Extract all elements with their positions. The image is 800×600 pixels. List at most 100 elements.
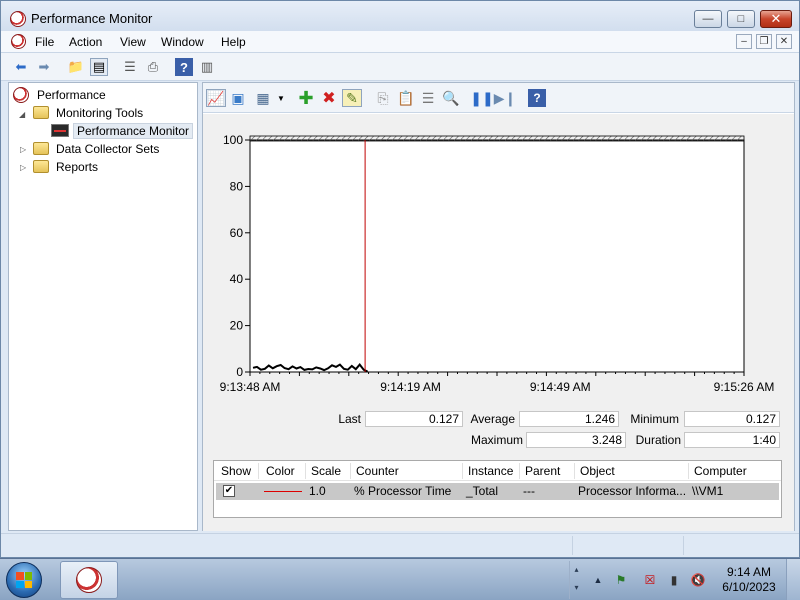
- performance-monitor-pane: 📈 ▣ ▦ ▼ ✚ ✖ ✎ ⎘ 📋 ☰ 🔍 ❚❚ ▶❙ ? 0 20 40 60…: [202, 82, 795, 531]
- view-current-activity-icon[interactable]: 📈: [206, 89, 226, 107]
- menu-view[interactable]: View: [120, 35, 146, 49]
- y-axis-ticks: 0 20 40 60 80 100: [223, 133, 250, 379]
- column-header-counter[interactable]: Counter: [356, 464, 399, 478]
- average-label: Average: [470, 412, 515, 426]
- show-hide-action-pane-icon[interactable]: ▥: [198, 58, 216, 76]
- up-folder-icon[interactable]: 📁: [67, 58, 85, 76]
- legend-row[interactable]: ✔ 1.0 % Processor Time _Total --- Proces…: [216, 483, 779, 500]
- expand-arrow-icon[interactable]: ▷: [20, 163, 26, 172]
- y-tick-label: 40: [230, 272, 244, 286]
- taskbar: ▴ ▾ ▲ ⚑ ☒ ▮ 🔇 9:14 AM 6/10/2023: [0, 558, 800, 600]
- forward-arrow-icon[interactable]: ➡: [35, 58, 53, 76]
- action-center-flag-icon[interactable]: ⚑: [613, 572, 629, 588]
- maximum-value: 3.248: [526, 432, 626, 448]
- zoom-icon[interactable]: 🔍: [442, 89, 460, 107]
- menu-action[interactable]: Action: [69, 35, 102, 49]
- main-toolbar: ⬅ ➡ 📁 ▤ ☰ ⎙ ? ▥: [1, 53, 799, 81]
- show-hide-console-tree-icon[interactable]: ▤: [90, 58, 108, 76]
- status-bar: [1, 533, 799, 557]
- column-header-computer[interactable]: Computer: [694, 464, 747, 478]
- view-log-data-icon[interactable]: ▣: [229, 89, 247, 107]
- column-header-instance[interactable]: Instance: [468, 464, 513, 478]
- instance-cell: _Total: [466, 484, 499, 498]
- plot-top-hatch: [249, 135, 745, 142]
- child-close-button[interactable]: ✕: [776, 34, 792, 49]
- help-icon[interactable]: ?: [175, 58, 193, 76]
- update-data-icon[interactable]: ▶❙: [494, 89, 517, 107]
- child-minimize-button[interactable]: –: [736, 34, 752, 49]
- back-arrow-icon[interactable]: ⬅: [12, 58, 30, 76]
- windows-logo-icon: [16, 572, 32, 588]
- column-header-object[interactable]: Object: [580, 464, 615, 478]
- tree-item-data-collector-sets[interactable]: Data Collector Sets: [33, 140, 162, 157]
- window-title: Performance Monitor: [31, 11, 153, 26]
- y-tick-label: 80: [230, 179, 244, 193]
- volume-muted-icon[interactable]: 🔇: [690, 572, 706, 588]
- taskbar-scroll[interactable]: ▴ ▾: [569, 561, 583, 599]
- performance-monitor-app-icon[interactable]: [10, 11, 26, 27]
- y-tick-label: 20: [230, 319, 244, 333]
- maximize-button[interactable]: □: [727, 10, 755, 28]
- paste-counter-list-icon[interactable]: 📋: [397, 89, 415, 107]
- column-header-show[interactable]: Show: [221, 464, 251, 478]
- collapse-arrow-icon[interactable]: ◢: [19, 110, 25, 119]
- column-header-scale[interactable]: Scale: [311, 464, 341, 478]
- properties-icon[interactable]: ☰: [419, 89, 437, 107]
- folder-icon: [33, 106, 49, 119]
- power-icon[interactable]: ▮: [666, 572, 682, 588]
- duration-value: 1:40: [684, 432, 780, 448]
- minimize-button[interactable]: —: [694, 10, 722, 28]
- tree-item-reports[interactable]: Reports: [33, 158, 101, 175]
- console-tree: Performance ◢ Monitoring Tools Performan…: [8, 82, 198, 531]
- status-segment: [572, 536, 682, 555]
- close-button[interactable]: ✕: [760, 10, 792, 28]
- object-cell: Processor Informa...: [578, 484, 687, 498]
- title-bar[interactable]: Performance Monitor — □ ✕: [1, 1, 799, 35]
- legend-header: Show Color Scale Counter Instance Parent…: [214, 461, 781, 481]
- performance-icon: [13, 86, 29, 103]
- minimum-label: Minimum: [630, 412, 679, 426]
- show-checkbox[interactable]: ✔: [223, 485, 235, 497]
- graph-type-dropdown-icon[interactable]: ▼: [272, 89, 290, 107]
- highlight-icon[interactable]: ✎: [342, 89, 362, 107]
- column-header-color[interactable]: Color: [266, 464, 295, 478]
- menu-help[interactable]: Help: [221, 35, 246, 49]
- counter-legend: Show Color Scale Counter Instance Parent…: [213, 460, 782, 518]
- freeze-display-icon[interactable]: ❚❚: [470, 89, 493, 107]
- mmc-document-icon[interactable]: [11, 34, 26, 49]
- plot-background: [249, 139, 745, 373]
- y-tick-label: 0: [236, 365, 243, 379]
- add-counter-icon[interactable]: ✚: [297, 88, 315, 108]
- menu-window[interactable]: Window: [161, 35, 204, 49]
- computer-cell: \\VM1: [692, 484, 724, 498]
- tree-item-label: Reports: [56, 159, 99, 174]
- x-tick-label: 9:13:48 AM: [220, 380, 281, 394]
- performance-monitor-window: Performance Monitor — □ ✕ File Action Vi…: [0, 0, 800, 558]
- change-graph-type-icon[interactable]: ▦: [254, 89, 272, 107]
- last-label: Last: [338, 412, 361, 426]
- system-clock[interactable]: 9:14 AM 6/10/2023: [718, 565, 780, 595]
- help-icon[interactable]: ?: [528, 89, 546, 107]
- folder-icon: [33, 142, 49, 155]
- series-color-swatch: [264, 491, 302, 492]
- column-header-parent[interactable]: Parent: [525, 464, 560, 478]
- child-restore-button[interactable]: ❐: [756, 34, 772, 49]
- properties-icon[interactable]: ☰: [121, 58, 139, 76]
- tree-item-performance[interactable]: Performance: [13, 86, 109, 103]
- clock-date: 6/10/2023: [722, 580, 776, 594]
- taskbar-button-performance-monitor[interactable]: [60, 561, 118, 599]
- expand-arrow-icon[interactable]: ▷: [20, 145, 26, 154]
- show-hidden-icons-button[interactable]: ▲: [590, 572, 606, 588]
- start-button[interactable]: [6, 562, 42, 598]
- show-desktop-button[interactable]: [786, 559, 800, 600]
- clock-time: 9:14 AM: [726, 565, 772, 579]
- menu-file[interactable]: File: [35, 35, 54, 49]
- copy-properties-icon[interactable]: ⎘: [374, 89, 392, 107]
- graph-area: 0 20 40 60 80 100 9:13:48 AM 9:14:19 AM 9:14:49…: [203, 114, 794, 531]
- tree-item-monitoring-tools[interactable]: Monitoring Tools: [33, 104, 146, 121]
- tree-item-performance-monitor[interactable]: Performance Monitor: [51, 122, 194, 139]
- delete-counter-icon[interactable]: ✖: [320, 89, 338, 107]
- network-error-icon[interactable]: ☒: [642, 572, 658, 588]
- print-icon[interactable]: ⎙: [144, 58, 162, 76]
- scale-cell: 1.0: [309, 484, 326, 498]
